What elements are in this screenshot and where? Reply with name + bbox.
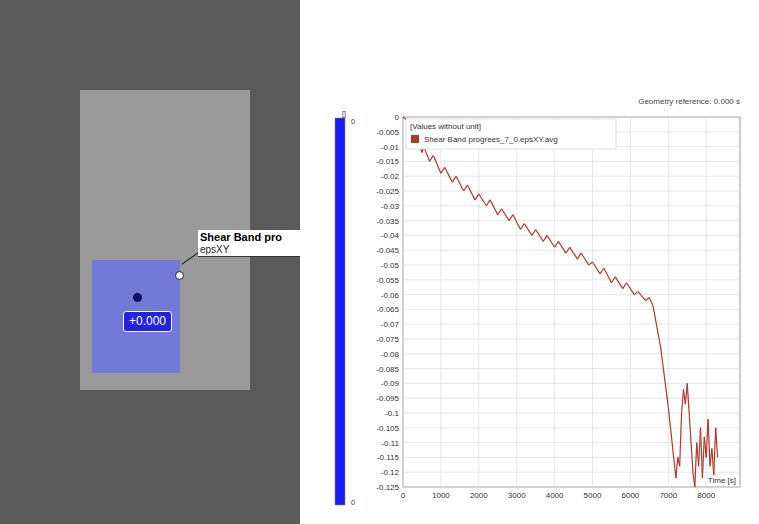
roi-label: Shear Band proepsXY [198, 230, 300, 257]
y-tick: -0.115 [377, 453, 740, 462]
y-tick: -0.045 [376, 246, 740, 255]
svg-text:-0.005: -0.005 [376, 128, 399, 137]
legend: [Values without unit] Shear Band progrees… [406, 119, 616, 149]
x-tick: 4000 [546, 117, 564, 500]
svg-text:-0.12: -0.12 [381, 468, 400, 477]
y-tick: -0.07 [381, 320, 740, 329]
y-tick: -0.12 [381, 468, 740, 477]
svg-text:-0.01: -0.01 [381, 143, 400, 152]
geometry-reference: Geometry reference: 0.000 s [638, 97, 740, 106]
svg-text:[Values without unit]: [Values without unit] [410, 122, 481, 131]
chart: Geometry reference: 0.000 s [] 0 0 0 -0.005 -0… [300, 0, 759, 524]
y-tick: -0.09 [381, 379, 740, 388]
y-tick: -0.085 [376, 365, 740, 374]
value-badge: +0.000 [123, 311, 172, 332]
svg-text:-0.015: -0.015 [376, 157, 399, 166]
x-tick: 3000 [508, 117, 526, 500]
colorbar: [] 0 0 [335, 110, 355, 506]
y-tick: -0.02 [381, 172, 740, 181]
svg-text:-0.025: -0.025 [376, 187, 399, 196]
svg-text:8000: 8000 [697, 491, 715, 500]
svg-text:-0.09: -0.09 [381, 379, 400, 388]
svg-text:-0.115: -0.115 [377, 453, 400, 462]
roi-handle[interactable] [175, 271, 184, 280]
y-tick: -0.04 [381, 231, 740, 240]
plot-area [403, 117, 740, 487]
svg-text:[]: [] [342, 110, 346, 118]
x-tick: 2000 [470, 117, 488, 500]
y-tick: -0.03 [381, 202, 740, 211]
svg-text:-0.075: -0.075 [376, 335, 399, 344]
y-tick: -0.08 [381, 350, 740, 359]
y-tick: -0.11 [381, 439, 740, 448]
roi-point[interactable] [133, 293, 142, 302]
x-tick: 7000 [659, 117, 677, 500]
svg-text:-0.1: -0.1 [385, 409, 399, 418]
svg-text:-0.06: -0.06 [381, 291, 400, 300]
x-tick: 6000 [622, 117, 640, 500]
camera-photo: Shear Band proepsXY +0.000 [0, 0, 300, 524]
y-tick: -0.055 [376, 276, 740, 285]
svg-text:-0.05: -0.05 [381, 261, 400, 270]
chart-panel: Geometry reference: 0.000 s [] 0 0 0 -0.005 -0… [300, 0, 759, 524]
svg-text:1000: 1000 [432, 491, 450, 500]
y-tick: -0.105 [376, 424, 740, 433]
svg-text:5000: 5000 [584, 491, 602, 500]
svg-text:7000: 7000 [659, 491, 677, 500]
legend-swatch [411, 135, 419, 143]
svg-text:-0.035: -0.035 [376, 217, 399, 226]
svg-text:-0.065: -0.065 [376, 305, 399, 314]
y-tick: -0.06 [381, 291, 740, 300]
svg-text:-0.02: -0.02 [381, 172, 400, 181]
y-tick: -0.025 [376, 187, 740, 196]
y-tick: -0.05 [381, 261, 740, 270]
svg-text:0: 0 [395, 113, 400, 122]
svg-text:2000: 2000 [470, 491, 488, 500]
svg-text:4000: 4000 [546, 491, 564, 500]
svg-text:-0.095: -0.095 [376, 394, 399, 403]
svg-text:-0.11: -0.11 [381, 439, 399, 448]
svg-text:-0.085: -0.085 [376, 365, 399, 374]
x-tick: 1000 [432, 117, 450, 500]
x-tick: 0 [401, 117, 406, 500]
svg-text:6000: 6000 [622, 491, 640, 500]
svg-text:-0.045: -0.045 [376, 246, 399, 255]
svg-text:Shear Band progrees_7_0.epsXY.: Shear Band progrees_7_0.epsXY.avg [424, 135, 558, 144]
svg-text:-0.04: -0.04 [381, 231, 400, 240]
svg-text:-0.105: -0.105 [376, 424, 399, 433]
svg-text:-0.07: -0.07 [381, 320, 400, 329]
svg-text:0: 0 [401, 491, 406, 500]
y-tick: -0.075 [376, 335, 740, 344]
x-tick: 8000 [697, 117, 715, 500]
svg-text:0: 0 [351, 118, 355, 125]
y-tick: -0.1 [385, 409, 740, 418]
app: Shear Band proepsXY +0.000 Geometry refere… [0, 0, 759, 524]
x-axis-label: Time [s] [708, 476, 736, 485]
svg-text:0: 0 [351, 499, 355, 506]
x-tick: 5000 [584, 117, 602, 500]
svg-text:-0.08: -0.08 [381, 350, 400, 359]
svg-text:3000: 3000 [508, 491, 526, 500]
y-tick: -0.065 [376, 305, 740, 314]
svg-text:-0.03: -0.03 [381, 202, 400, 211]
y-tick: -0.035 [376, 217, 740, 226]
series-line [403, 117, 718, 487]
svg-text:-0.055: -0.055 [376, 276, 399, 285]
svg-text:-0.125: -0.125 [376, 483, 399, 492]
